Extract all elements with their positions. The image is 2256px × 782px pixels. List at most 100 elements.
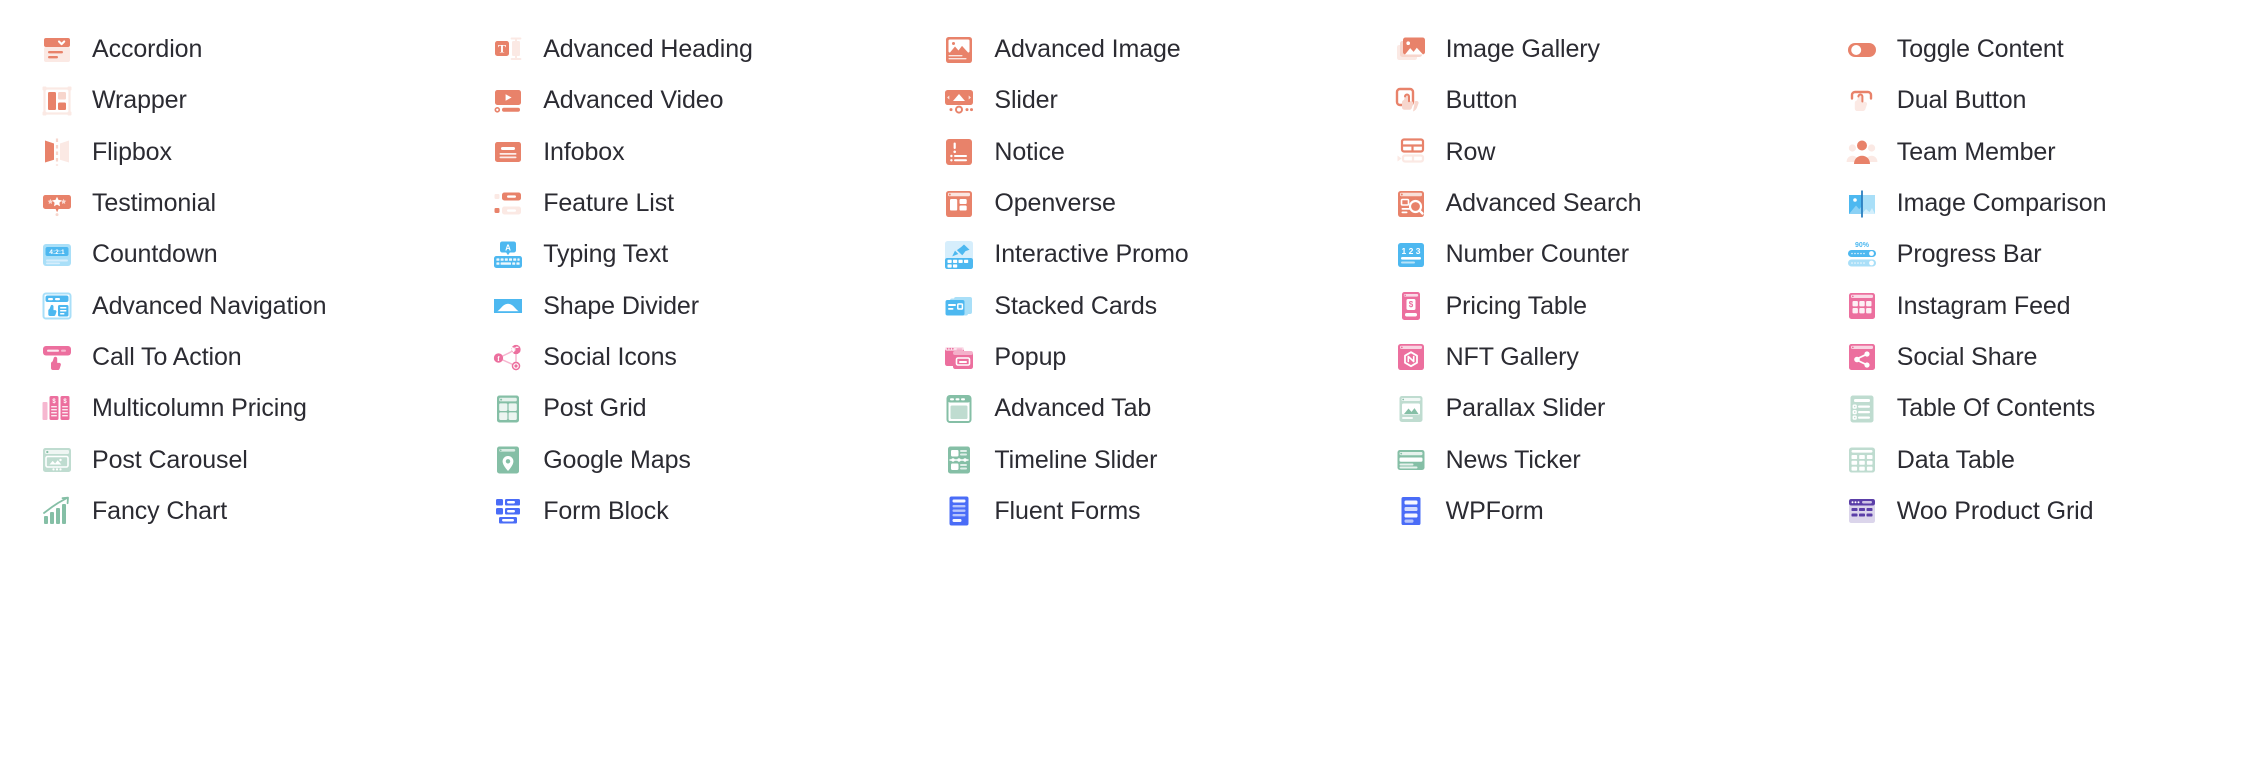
widget-item[interactable]: Post Carousel [0, 434, 451, 485]
feature-list-icon [491, 187, 525, 221]
shape-divider-icon [491, 289, 525, 323]
svg-text:1 2 3: 1 2 3 [1401, 246, 1420, 256]
widget-item[interactable]: Social Share [1805, 332, 2256, 383]
slider-icon [942, 84, 976, 118]
widget-item[interactable]: Woo Product Grid [1805, 486, 2256, 537]
stacked-cards-icon [942, 289, 976, 323]
social-icons-icon: f [491, 340, 525, 374]
notice-icon [942, 135, 976, 169]
widget-item[interactable]: Toggle Content [1805, 24, 2256, 75]
advanced-heading-icon: T [491, 33, 525, 67]
widget-item[interactable]: NFT Gallery [1354, 332, 1805, 383]
widget-item[interactable]: Advanced Image [902, 24, 1353, 75]
widget-item[interactable]: Slider [902, 75, 1353, 126]
widget-item[interactable]: Data Table [1805, 434, 2256, 485]
widget-item[interactable]: 1 2 3 Number Counter [1354, 229, 1805, 280]
post-carousel-icon [40, 443, 74, 477]
widget-item[interactable]: Advanced Navigation [0, 280, 451, 331]
widget-label: Infobox [543, 137, 625, 166]
widget-label: Image Gallery [1445, 35, 1600, 64]
advanced-navigation-icon [40, 289, 74, 323]
widget-item[interactable]: Instagram Feed [1805, 280, 2256, 331]
dual-button-icon [1845, 84, 1879, 118]
widget-label: Testimonial [92, 189, 216, 218]
widget-item[interactable]: Call To Action [0, 332, 451, 383]
widget-item[interactable]: Row [1354, 127, 1805, 178]
parallax-slider-icon [1394, 392, 1428, 426]
widget-item[interactable]: Feature List [451, 178, 902, 229]
widget-item[interactable]: f Social Icons [451, 332, 902, 383]
widget-item[interactable]: Post Grid [451, 383, 902, 434]
widget-label: Advanced Image [994, 35, 1181, 64]
widget-item[interactable]: Table Of Contents [1805, 383, 2256, 434]
nft-gallery-icon [1394, 340, 1428, 374]
call-to-action-icon [40, 340, 74, 374]
svg-text:A: A [505, 243, 511, 252]
widget-label: Post Carousel [92, 445, 248, 474]
widget-item[interactable]: Infobox [451, 127, 902, 178]
social-share-icon [1845, 340, 1879, 374]
widget-item[interactable]: Image Gallery [1354, 24, 1805, 75]
widget-item[interactable]: Timeline Slider [902, 434, 1353, 485]
widget-item[interactable]: Team Member [1805, 127, 2256, 178]
fancy-chart-icon [40, 494, 74, 528]
widget-item[interactable]: 90% Progress Bar [1805, 229, 2256, 280]
widget-label: Interactive Promo [994, 240, 1189, 269]
image-comparison-icon [1845, 187, 1879, 221]
team-member-icon [1845, 135, 1879, 169]
widget-item[interactable]: Flipbox [0, 127, 451, 178]
widget-item[interactable]: Button [1354, 75, 1805, 126]
widget-item[interactable]: Fancy Chart [0, 486, 451, 537]
widget-label: Fluent Forms [994, 496, 1141, 525]
news-ticker-icon [1394, 443, 1428, 477]
widget-item[interactable]: Form Block [451, 486, 902, 537]
widget-item[interactable]: Fluent Forms [902, 486, 1353, 537]
widget-item[interactable]: Testimonial [0, 178, 451, 229]
widget-label: Timeline Slider [994, 445, 1158, 474]
widget-item[interactable]: A Typing Text [451, 229, 902, 280]
widget-label: Wrapper [92, 86, 187, 115]
row-icon [1394, 135, 1428, 169]
widget-item[interactable]: Accordion [0, 24, 451, 75]
widget-item[interactable]: Popup [902, 332, 1353, 383]
accordion-icon [40, 33, 74, 67]
widget-label: Google Maps [543, 445, 691, 474]
widget-item[interactable]: $ $ Multicolumn Pricing [0, 383, 451, 434]
toggle-content-icon [1845, 33, 1879, 67]
svg-text:4:2:1: 4:2:1 [49, 249, 65, 256]
widget-item[interactable]: News Ticker [1354, 434, 1805, 485]
advanced-image-icon [942, 33, 976, 67]
widget-label: Social Icons [543, 342, 677, 371]
widget-item[interactable]: Google Maps [451, 434, 902, 485]
widget-label: Advanced Navigation [92, 291, 327, 320]
widget-item[interactable]: $ Pricing Table [1354, 280, 1805, 331]
widget-item[interactable]: Notice [902, 127, 1353, 178]
widget-item[interactable]: WPForm [1354, 486, 1805, 537]
widget-label: WPForm [1445, 496, 1544, 525]
widget-label: Pricing Table [1445, 291, 1587, 320]
widget-item[interactable]: Parallax Slider [1354, 383, 1805, 434]
widget-item[interactable]: Stacked Cards [902, 280, 1353, 331]
widget-item[interactable]: T Advanced Heading [451, 24, 902, 75]
countdown-icon: 4:2:1 [40, 238, 74, 272]
widget-item[interactable]: Interactive Promo [902, 229, 1353, 280]
image-gallery-icon [1394, 33, 1428, 67]
widget-item[interactable]: Openverse [902, 178, 1353, 229]
widget-label: Instagram Feed [1896, 291, 2071, 320]
widget-label: Woo Product Grid [1896, 496, 2094, 525]
widget-item[interactable]: Image Comparison [1805, 178, 2256, 229]
widget-label: News Ticker [1445, 445, 1581, 474]
widget-item[interactable]: Advanced Tab [902, 383, 1353, 434]
widget-label: Fancy Chart [92, 496, 228, 525]
wpform-icon [1394, 494, 1428, 528]
svg-text:90%: 90% [1855, 242, 1870, 249]
widget-label: Dual Button [1896, 86, 2027, 115]
advanced-search-icon [1394, 187, 1428, 221]
widget-item[interactable]: Advanced Video [451, 75, 902, 126]
widget-item[interactable]: Dual Button [1805, 75, 2256, 126]
widget-item[interactable]: Advanced Search [1354, 178, 1805, 229]
widget-item[interactable]: 4:2:1 Countdown [0, 229, 451, 280]
widget-item[interactable]: Wrapper [0, 75, 451, 126]
widget-label: Parallax Slider [1445, 394, 1606, 423]
widget-item[interactable]: Shape Divider [451, 280, 902, 331]
